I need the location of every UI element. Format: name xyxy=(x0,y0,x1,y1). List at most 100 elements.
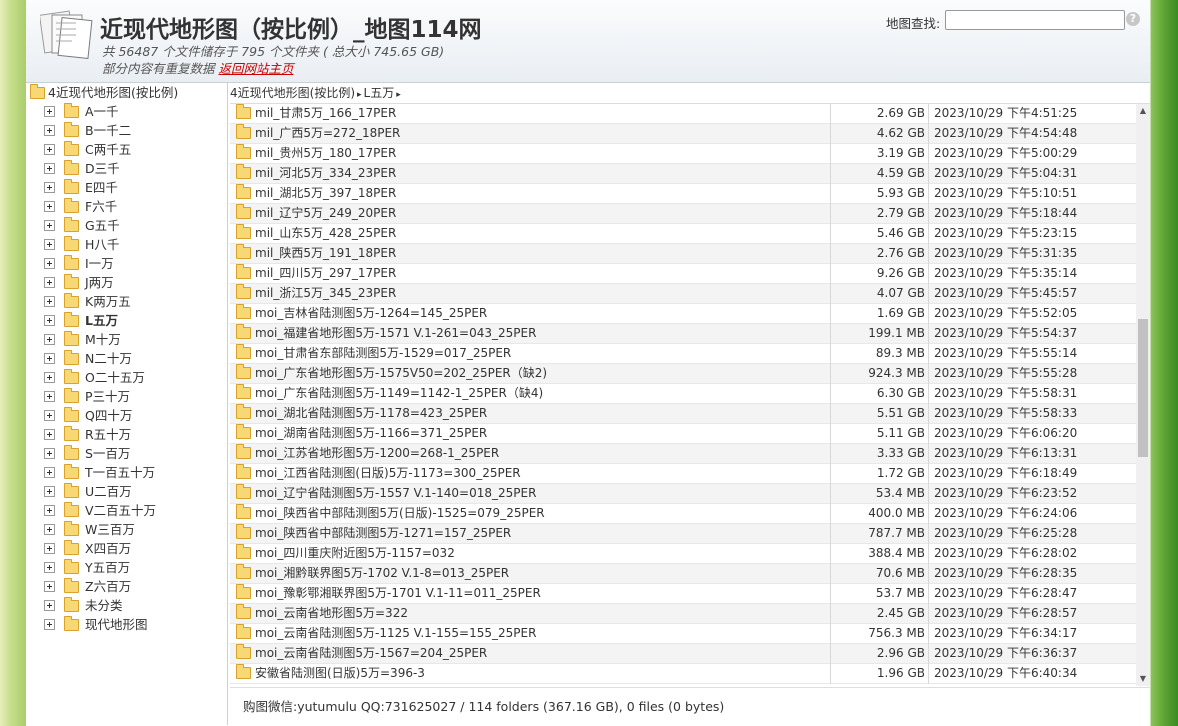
folder-name[interactable]: moi_湖南省陆测图5万-1166=371_25PER xyxy=(255,426,487,440)
breadcrumb-current[interactable]: L五万 xyxy=(364,83,395,103)
scroll-thumb[interactable] xyxy=(1138,319,1148,457)
tree-item[interactable]: H八千 xyxy=(44,235,119,254)
expand-plus-icon[interactable] xyxy=(44,429,55,440)
folder-name[interactable]: moi_云南省陆测图5万-1567=204_25PER xyxy=(255,646,487,660)
search-input[interactable] xyxy=(945,10,1125,30)
tree-item[interactable]: Z六百万 xyxy=(44,577,131,596)
expand-plus-icon[interactable] xyxy=(44,391,55,402)
folder-name[interactable]: moi_豫彰鄂湘联界图5万-1701 V.1-11=011_25PER xyxy=(255,586,541,600)
expand-plus-icon[interactable] xyxy=(44,600,55,611)
tree-item[interactable]: K两万五 xyxy=(44,292,131,311)
table-row[interactable]: moi_陕西省中部陆测图5万(日版)-1525=079_25PER 400.0 M… xyxy=(230,503,1136,524)
table-row[interactable]: moi_吉林省陆测图5万-1264=145_25PER 1.69 GB 2023/1… xyxy=(230,303,1136,324)
table-row[interactable]: moi_湖北省陆测图5万-1178=423_25PER 5.51 GB 2023/1… xyxy=(230,403,1136,424)
expand-plus-icon[interactable] xyxy=(44,334,55,345)
tree-item[interactable]: P三十万 xyxy=(44,387,130,406)
folder-name[interactable]: moi_甘肃省东部陆测图5万-1529=017_25PER xyxy=(255,346,511,360)
tree-item[interactable]: A一千 xyxy=(44,102,119,121)
table-row[interactable]: moi_云南省陆测图5万-1567=204_25PER 2.96 GB 2023/1… xyxy=(230,643,1136,664)
folder-name-cell[interactable]: mil_甘肃5万_166_17PER xyxy=(236,104,396,124)
expand-plus-icon[interactable] xyxy=(44,486,55,497)
table-row[interactable]: mil_甘肃5万_166_17PER 2.69 GB 2023/10/29 下午4:… xyxy=(230,104,1136,124)
folder-name-cell[interactable]: mil_山东5万_428_25PER xyxy=(236,223,396,244)
tree-item[interactable]: M十万 xyxy=(44,330,121,349)
table-row[interactable]: mil_河北5万_334_23PER 4.59 GB 2023/10/29 下午5:… xyxy=(230,163,1136,184)
folder-name[interactable]: mil_山东5万_428_25PER xyxy=(255,226,396,240)
vertical-scrollbar[interactable]: ▲ ▼ xyxy=(1136,104,1150,686)
tree-root[interactable]: 4近现代地形图(按比例) xyxy=(30,83,178,102)
folder-name-cell[interactable]: moi_湖北省陆测图5万-1178=423_25PER xyxy=(236,403,487,424)
tree-item[interactable]: 现代地形图 xyxy=(44,615,148,634)
table-row[interactable]: mil_辽宁5万_249_20PER 2.79 GB 2023/10/29 下午5:… xyxy=(230,203,1136,224)
tree-item[interactable]: B一千二 xyxy=(44,121,131,140)
folder-name-cell[interactable]: mil_湖北5万_397_18PER xyxy=(236,183,396,204)
table-row[interactable]: moi_广东省陆测图5万-1149=1142-1_25PER（缺4) 6.30 G… xyxy=(230,383,1136,404)
folder-name[interactable]: moi_陕西省中部陆测图5万(日版)-1525=079_25PER xyxy=(255,506,545,520)
folder-name[interactable]: moi_江苏省地形图5万-1200=268-1_25PER xyxy=(255,446,499,460)
folder-name[interactable]: mil_湖北5万_397_18PER xyxy=(255,186,396,200)
table-row[interactable]: moi_云南省地形图5万=322 2.45 GB 2023/10/29 下午6:28… xyxy=(230,603,1136,624)
folder-name[interactable]: moi_广东省地形图5万-1575V50=202_25PER（缺2) xyxy=(255,366,547,380)
folder-name[interactable]: mil_陕西5万_191_18PER xyxy=(255,246,396,260)
folder-name[interactable]: moi_福建省地形图5万-1571 V.1-261=043_25PER xyxy=(255,326,536,340)
tree-item[interactable]: V二百五十万 xyxy=(44,501,156,520)
folder-name-cell[interactable]: mil_河北5万_334_23PER xyxy=(236,163,396,184)
folder-name-cell[interactable]: mil_四川5万_297_17PER xyxy=(236,263,396,284)
expand-plus-icon[interactable] xyxy=(44,581,55,592)
tree-item[interactable]: D三千 xyxy=(44,159,120,178)
folder-name-cell[interactable]: mil_辽宁5万_249_20PER xyxy=(236,203,396,224)
tree-item[interactable]: N二十万 xyxy=(44,349,132,368)
folder-name-cell[interactable]: moi_豫彰鄂湘联界图5万-1701 V.1-11=011_25PER xyxy=(236,583,541,604)
table-row[interactable]: moi_陕西省中部陆测图5万-1271=157_25PER 787.7 MB 202… xyxy=(230,523,1136,544)
folder-name[interactable]: mil_浙江5万_345_23PER xyxy=(255,286,396,300)
tree-item[interactable]: F六千 xyxy=(44,197,117,216)
expand-plus-icon[interactable] xyxy=(44,277,55,288)
tree-item[interactable]: Y五百万 xyxy=(44,558,130,577)
expand-plus-icon[interactable] xyxy=(44,106,55,117)
folder-name[interactable]: moi_湖北省陆测图5万-1178=423_25PER xyxy=(255,406,487,420)
folder-name-cell[interactable]: moi_福建省地形图5万-1571 V.1-261=043_25PER xyxy=(236,323,536,344)
table-row[interactable]: mil_浙江5万_345_23PER 4.07 GB 2023/10/29 下午5:… xyxy=(230,283,1136,304)
folder-name-cell[interactable]: moi_云南省地形图5万=322 xyxy=(236,603,408,624)
tree-item[interactable]: G五千 xyxy=(44,216,120,235)
tree-item[interactable]: X四百万 xyxy=(44,539,131,558)
table-row[interactable]: mil_湖北5万_397_18PER 5.93 GB 2023/10/29 下午5:… xyxy=(230,183,1136,204)
folder-name-cell[interactable]: moi_四川重庆附近图5万-1157=032 xyxy=(236,543,455,564)
expand-plus-icon[interactable] xyxy=(44,315,55,326)
folder-name[interactable]: mil_广西5万=272_18PER xyxy=(255,126,400,140)
expand-plus-icon[interactable] xyxy=(44,562,55,573)
breadcrumb-root[interactable]: 4近现代地形图(按比例) xyxy=(230,83,355,103)
table-row[interactable]: moi_湖南省陆测图5万-1166=371_25PER 5.11 GB 2023/1… xyxy=(230,423,1136,444)
folder-name[interactable]: moi_江西省陆测图(日版)5万-1173=300_25PER xyxy=(255,466,521,480)
table-row[interactable]: moi_甘肃省东部陆测图5万-1529=017_25PER 89.3 MB 2023… xyxy=(230,343,1136,364)
folder-name[interactable]: moi_湘黔联界图5万-1702 V.1-8=013_25PER xyxy=(255,566,509,580)
expand-plus-icon[interactable] xyxy=(44,619,55,630)
folder-name[interactable]: mil_河北5万_334_23PER xyxy=(255,166,396,180)
folder-name-cell[interactable]: mil_浙江5万_345_23PER xyxy=(236,283,396,304)
table-row[interactable]: mil_四川5万_297_17PER 9.26 GB 2023/10/29 下午5:… xyxy=(230,263,1136,284)
table-row[interactable]: moi_湘黔联界图5万-1702 V.1-8=013_25PER 70.6 MB 2… xyxy=(230,563,1136,584)
expand-plus-icon[interactable] xyxy=(44,163,55,174)
tree-item[interactable]: Q四十万 xyxy=(44,406,132,425)
tree-item[interactable]: C两千五 xyxy=(44,140,131,159)
folder-name-cell[interactable]: moi_吉林省陆测图5万-1264=145_25PER xyxy=(236,303,487,324)
table-row[interactable]: mil_陕西5万_191_18PER 2.76 GB 2023/10/29 下午5:… xyxy=(230,243,1136,264)
folder-name-cell[interactable]: moi_辽宁省陆测图5万-1557 V.1-140=018_25PER xyxy=(236,483,536,504)
table-row[interactable]: moi_广东省地形图5万-1575V50=202_25PER（缺2) 924.3 … xyxy=(230,363,1136,384)
folder-name-cell[interactable]: moi_广东省陆测图5万-1149=1142-1_25PER（缺4) xyxy=(236,383,543,404)
expand-plus-icon[interactable] xyxy=(44,353,55,364)
expand-plus-icon[interactable] xyxy=(44,467,55,478)
folder-name-cell[interactable]: moi_江苏省地形图5万-1200=268-1_25PER xyxy=(236,443,499,464)
folder-name-cell[interactable]: mil_贵州5万_180_17PER xyxy=(236,143,396,164)
expand-plus-icon[interactable] xyxy=(44,220,55,231)
folder-name-cell[interactable]: moi_云南省陆测图5万-1125 V.1-155=155_25PER xyxy=(236,623,536,644)
table-row[interactable]: moi_豫彰鄂湘联界图5万-1701 V.1-11=011_25PER 53.7 … xyxy=(230,583,1136,604)
folder-name-cell[interactable]: moi_云南省陆测图5万-1567=204_25PER xyxy=(236,643,487,664)
expand-plus-icon[interactable] xyxy=(44,125,55,136)
table-row[interactable]: moi_四川重庆附近图5万-1157=032 388.4 MB 2023/10/29… xyxy=(230,543,1136,564)
expand-plus-icon[interactable] xyxy=(44,239,55,250)
folder-name[interactable]: moi_吉林省陆测图5万-1264=145_25PER xyxy=(255,306,487,320)
folder-name[interactable]: moi_云南省陆测图5万-1125 V.1-155=155_25PER xyxy=(255,626,536,640)
folder-name-cell[interactable]: moi_陕西省中部陆测图5万-1271=157_25PER xyxy=(236,523,511,544)
expand-plus-icon[interactable] xyxy=(44,543,55,554)
